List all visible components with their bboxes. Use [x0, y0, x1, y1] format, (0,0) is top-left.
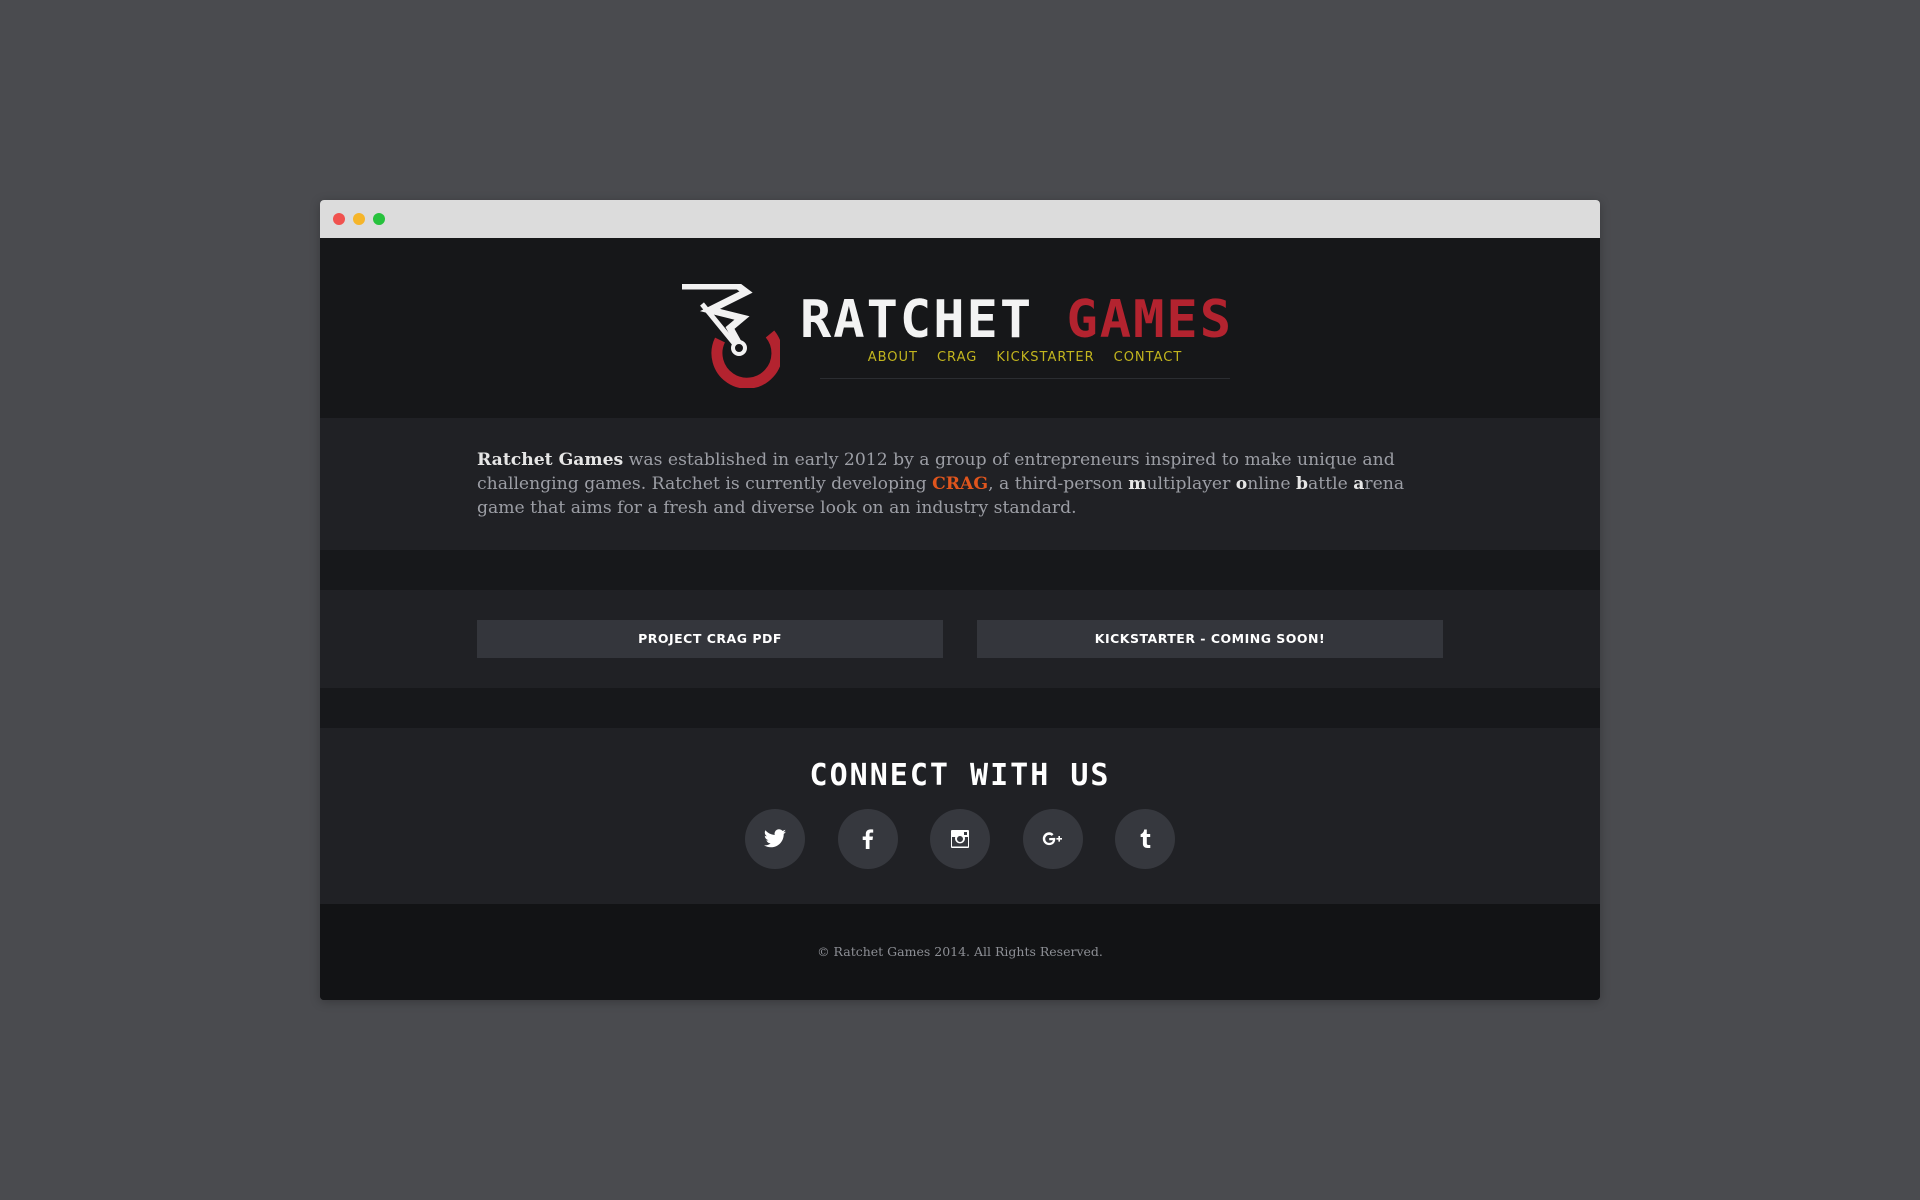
site-header: RATCHET GAMES ABOUT CRAG KICKSTARTER CON… [320, 238, 1600, 418]
acronym-m: m [1128, 474, 1147, 494]
nav-link-kickstarter[interactable]: KICKSTARTER [996, 348, 1094, 378]
acronym-o-rest: nline [1247, 474, 1297, 494]
instagram-button[interactable] [930, 809, 990, 869]
maximize-window-button[interactable] [373, 213, 385, 225]
social-links [745, 809, 1175, 869]
nav-link-crag[interactable]: CRAG [937, 348, 977, 378]
tumblr-button[interactable] [1115, 809, 1175, 869]
company-name: Ratchet Games [477, 450, 624, 470]
about-paragraph: Ratchet Games was established in early 2… [477, 448, 1443, 520]
acronym-b-rest: attle [1308, 474, 1354, 494]
acronym-o: o [1235, 474, 1248, 494]
twitter-button[interactable] [745, 809, 805, 869]
window-titlebar [320, 200, 1600, 238]
browser-window: RATCHET GAMES ABOUT CRAG KICKSTARTER CON… [320, 200, 1600, 1000]
project-crag-pdf-button[interactable]: PROJECT CRAG PDF [477, 620, 943, 658]
ratchet-logo-icon[interactable] [680, 284, 780, 388]
instagram-icon [951, 830, 969, 848]
section-divider [320, 688, 1600, 728]
brand-wordmark: RATCHET GAMES [800, 294, 1233, 346]
tumblr-icon [1140, 829, 1151, 848]
site-footer: © Ratchet Games 2014. All Rights Reserve… [320, 904, 1600, 1000]
brand-word-games: GAMES [1066, 290, 1234, 350]
google-plus-icon [1042, 832, 1062, 846]
acronym-b: b [1296, 474, 1309, 494]
brand-word-ratchet: RATCHET [800, 290, 1034, 350]
facebook-button[interactable] [837, 809, 898, 869]
crag-highlight: CRAG [932, 474, 989, 494]
connect-section: CONNECT WITH US [320, 728, 1600, 904]
acronym-a: a [1353, 474, 1365, 494]
section-divider [320, 550, 1600, 590]
facebook-icon [862, 829, 873, 849]
main-nav: ABOUT CRAG KICKSTARTER CONTACT [820, 348, 1230, 379]
copyright-text: © Ratchet Games 2014. All Rights Reserve… [817, 944, 1103, 959]
about-section: Ratchet Games was established in early 2… [320, 418, 1600, 550]
acronym-m-rest: ultiplayer [1146, 474, 1236, 494]
about-text-2: , a third-person [988, 474, 1129, 494]
twitter-icon [764, 829, 786, 848]
minimize-window-button[interactable] [353, 213, 365, 225]
google-plus-button[interactable] [1022, 809, 1083, 869]
nav-link-contact[interactable]: CONTACT [1114, 348, 1183, 378]
cta-section: PROJECT CRAG PDF KICKSTARTER - COMING SO… [320, 590, 1600, 688]
kickstarter-button[interactable]: KICKSTARTER - COMING SOON! [977, 620, 1443, 658]
connect-heading: CONNECT WITH US [809, 758, 1111, 793]
close-window-button[interactable] [333, 213, 345, 225]
nav-link-about[interactable]: ABOUT [868, 348, 918, 378]
